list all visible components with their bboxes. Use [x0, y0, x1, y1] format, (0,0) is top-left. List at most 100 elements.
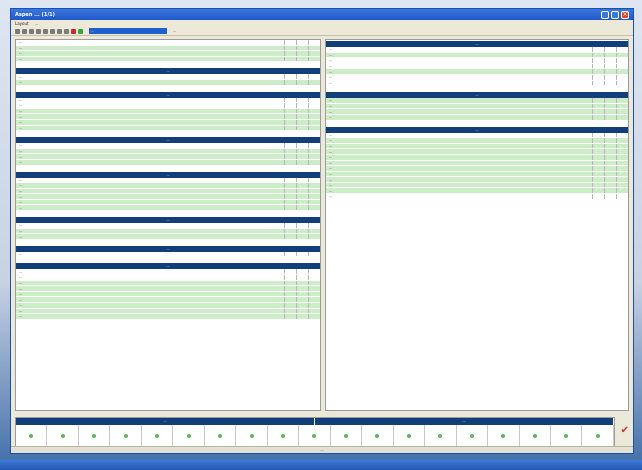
- row-value-cell[interactable]: [284, 74, 296, 79]
- row-value-cell[interactable]: [592, 160, 604, 166]
- row-value-cell[interactable]: [284, 275, 296, 280]
- row-value-cell[interactable]: [592, 166, 604, 171]
- row-value-cell[interactable]: [284, 159, 296, 165]
- row-value-cell[interactable]: [284, 148, 296, 154]
- print-icon[interactable]: [36, 28, 41, 34]
- row-value-cell[interactable]: [616, 63, 628, 69]
- row-value-cell[interactable]: [604, 194, 616, 199]
- row-value-cell[interactable]: [616, 74, 628, 80]
- row-value-cell[interactable]: [604, 188, 616, 194]
- row-value-cell[interactable]: [308, 159, 320, 165]
- row-value-cell[interactable]: [592, 47, 604, 52]
- row-value-cell[interactable]: [284, 199, 296, 205]
- row-value-cell[interactable]: [284, 280, 296, 286]
- row-value-cell[interactable]: [308, 108, 320, 114]
- row-value-cell[interactable]: [604, 80, 616, 86]
- row-value-cell[interactable]: [616, 188, 628, 194]
- row-value-cell[interactable]: [616, 69, 628, 74]
- row-value-cell[interactable]: [284, 154, 296, 159]
- row-value-cell[interactable]: [308, 74, 320, 79]
- row-value-cell[interactable]: [296, 177, 308, 183]
- row-value-cell[interactable]: [296, 40, 308, 45]
- row-value-cell[interactable]: [308, 143, 320, 148]
- row-value-cell[interactable]: [592, 132, 604, 138]
- row-value-cell[interactable]: [604, 47, 616, 52]
- row-value-cell[interactable]: [604, 69, 616, 74]
- row-value-cell[interactable]: [284, 51, 296, 56]
- row-value-cell[interactable]: [592, 74, 604, 80]
- row-value-cell[interactable]: [308, 114, 320, 119]
- row-value-cell[interactable]: [308, 286, 320, 291]
- row-value-cell[interactable]: [284, 40, 296, 45]
- row-value-cell[interactable]: [296, 56, 308, 62]
- row-value-cell[interactable]: [592, 80, 604, 86]
- row-value-cell[interactable]: [592, 143, 604, 149]
- row-value-cell[interactable]: [296, 291, 308, 297]
- row-value-cell[interactable]: [296, 297, 308, 302]
- layout-select[interactable]: ...: [89, 28, 167, 34]
- row-value-cell[interactable]: [604, 160, 616, 166]
- copy-icon[interactable]: [50, 28, 55, 34]
- row-value-cell[interactable]: [592, 154, 604, 160]
- row-value-cell[interactable]: [284, 314, 296, 319]
- row-value-cell[interactable]: [592, 103, 604, 109]
- row-value-cell[interactable]: [284, 297, 296, 302]
- row-value-cell[interactable]: [296, 183, 308, 188]
- row-value-cell[interactable]: [284, 108, 296, 114]
- row-value-cell[interactable]: [296, 303, 308, 308]
- row-value-cell[interactable]: [616, 114, 628, 120]
- row-value-cell[interactable]: [284, 125, 296, 131]
- row-value-cell[interactable]: [592, 63, 604, 69]
- row-value-cell[interactable]: [616, 52, 628, 58]
- row-value-cell[interactable]: [284, 194, 296, 199]
- row-value-cell[interactable]: [616, 98, 628, 103]
- row-value-cell[interactable]: [296, 286, 308, 291]
- row-value-cell[interactable]: [604, 166, 616, 171]
- open-icon[interactable]: [22, 28, 27, 34]
- row-value-cell[interactable]: [308, 45, 320, 51]
- row-value-cell[interactable]: [308, 303, 320, 308]
- row-value-cell[interactable]: [296, 314, 308, 319]
- row-value-cell[interactable]: [284, 79, 296, 85]
- row-value-cell[interactable]: [592, 194, 604, 199]
- row-value-cell[interactable]: [284, 119, 296, 125]
- row-value-cell[interactable]: [284, 234, 296, 239]
- row-value-cell[interactable]: [592, 114, 604, 120]
- row-value-cell[interactable]: [604, 114, 616, 120]
- row-value-cell[interactable]: [592, 52, 604, 58]
- row-value-cell[interactable]: [616, 154, 628, 160]
- maximize-button[interactable]: [611, 10, 619, 19]
- row-value-cell[interactable]: [308, 228, 320, 234]
- row-value-cell[interactable]: [296, 114, 308, 119]
- row-value-cell[interactable]: [616, 171, 628, 177]
- row-value-cell[interactable]: [296, 199, 308, 205]
- row-value-cell[interactable]: [616, 182, 628, 188]
- row-value-cell[interactable]: [616, 80, 628, 86]
- row-value-cell[interactable]: [284, 228, 296, 234]
- row-value-cell[interactable]: [284, 143, 296, 148]
- row-value-cell[interactable]: [308, 251, 320, 257]
- save-icon[interactable]: [29, 28, 34, 34]
- row-value-cell[interactable]: [308, 234, 320, 239]
- row-value-cell[interactable]: [604, 177, 616, 182]
- row-value-cell[interactable]: [604, 58, 616, 63]
- row-value-cell[interactable]: [308, 154, 320, 159]
- row-value-cell[interactable]: [308, 297, 320, 302]
- row-value-cell[interactable]: [308, 280, 320, 286]
- cut-icon[interactable]: [43, 28, 48, 34]
- row-value-cell[interactable]: [296, 119, 308, 125]
- menu-item-layout[interactable]: Layout: [15, 21, 29, 26]
- row-value-cell[interactable]: [592, 171, 604, 177]
- row-value-cell[interactable]: [284, 291, 296, 297]
- row-value-cell[interactable]: [616, 166, 628, 171]
- new-icon[interactable]: [15, 28, 20, 34]
- row-value-cell[interactable]: [296, 108, 308, 114]
- row-value-cell[interactable]: [308, 194, 320, 199]
- row-value-cell[interactable]: [308, 97, 320, 103]
- row-value-cell[interactable]: [296, 103, 308, 108]
- row-value-cell[interactable]: [604, 52, 616, 58]
- row-value-cell[interactable]: [308, 51, 320, 56]
- row-value-cell[interactable]: [604, 154, 616, 160]
- row-value-cell[interactable]: [308, 79, 320, 85]
- minimize-button[interactable]: [601, 10, 609, 19]
